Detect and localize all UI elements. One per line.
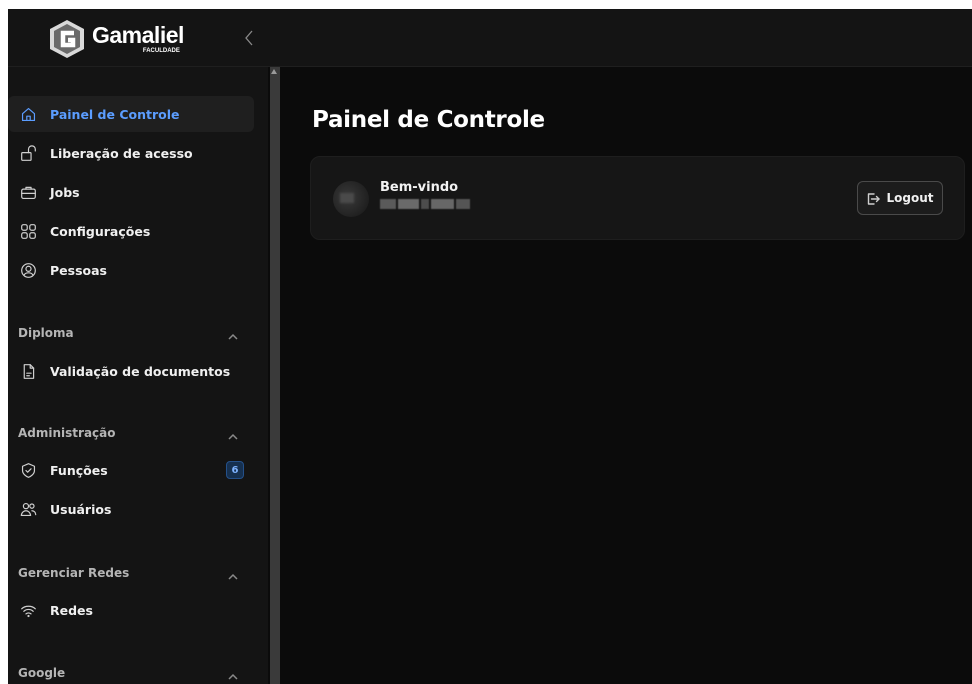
sidebar-item-redes[interactable]: Redes: [8, 592, 254, 628]
brand-text: Gamaliel FACULDADE: [92, 22, 184, 55]
avatar: [333, 181, 369, 217]
gamaliel-logo-icon: [50, 20, 84, 58]
sidebar-item-painel-de-controle[interactable]: Painel de Controle: [8, 96, 254, 132]
section-title: Diploma: [18, 326, 74, 340]
chevron-up-icon: [228, 327, 240, 340]
welcome-card: Bem-vindo Logout: [310, 156, 965, 240]
users-icon: [18, 499, 38, 519]
sidebar-item-label: Configurações: [50, 223, 151, 239]
logout-label: Logout: [886, 191, 934, 205]
logout-button[interactable]: Logout: [857, 181, 943, 215]
unlock-icon: [18, 143, 38, 163]
sidebar-item-configuracoes[interactable]: Configurações: [8, 213, 254, 249]
sidebar-item-jobs[interactable]: Jobs: [8, 174, 254, 210]
section-header-google[interactable]: Google: [8, 661, 254, 684]
logout-icon: [866, 191, 881, 205]
section-header-diploma[interactable]: Diploma: [8, 321, 254, 345]
avatar-image-blurred: [340, 193, 354, 203]
brand-name: Gamaliel: [92, 22, 184, 48]
sidebar-item-validacao-de-documentos[interactable]: Validação de documentos: [8, 353, 254, 389]
home-icon: [18, 104, 38, 124]
sidebar: Painel de Controle Liberação de acesso J…: [8, 67, 268, 684]
briefcase-icon: [18, 182, 38, 202]
user-circle-icon: [18, 260, 38, 280]
app-window: Gamaliel FACULDADE Painel de Controle Li…: [8, 9, 972, 684]
chevron-left-icon: [245, 30, 253, 46]
sidebar-item-label: Usuários: [50, 501, 112, 517]
sidebar-item-label: Painel de Controle: [50, 106, 180, 122]
section-title: Gerenciar Redes: [18, 566, 130, 580]
section-title: Google: [18, 666, 66, 680]
main-content: Painel de Controle Bem-vindo Logout: [280, 67, 972, 684]
count-badge: 6: [226, 461, 244, 479]
sidebar-item-pessoas[interactable]: Pessoas: [8, 252, 254, 288]
brand-logo[interactable]: Gamaliel FACULDADE: [46, 17, 206, 61]
sidebar-item-label: Funções: [50, 462, 108, 478]
sidebar-item-label: Validação de documentos: [50, 363, 231, 379]
sidebar-item-label: Redes: [50, 602, 93, 618]
username-redacted: [380, 199, 470, 209]
wifi-icon: [18, 600, 38, 620]
sidebar-collapse-button[interactable]: [242, 28, 256, 48]
page-title: Painel de Controle: [312, 107, 545, 133]
top-bar: Gamaliel FACULDADE: [8, 9, 972, 67]
document-icon: [18, 361, 38, 381]
sidebar-item-label: Jobs: [50, 184, 80, 200]
chevron-up-icon: [228, 667, 240, 680]
scroll-up-arrow-icon[interactable]: [271, 69, 277, 74]
welcome-text: Bem-vindo: [380, 180, 459, 195]
chevron-up-icon: [228, 427, 240, 440]
chevron-up-icon: [228, 567, 240, 580]
sidebar-item-funcoes[interactable]: Funções 6: [8, 452, 254, 488]
brand-subtitle: FACULDADE: [142, 48, 180, 54]
section-header-administracao[interactable]: Administração: [8, 421, 254, 445]
sidebar-scrollbar[interactable]: [270, 67, 280, 684]
section-title: Administração: [18, 426, 116, 440]
shield-check-icon: [18, 460, 38, 480]
grid-icon: [18, 221, 38, 241]
sidebar-item-label: Pessoas: [50, 262, 107, 278]
sidebar-item-label: Liberação de acesso: [50, 145, 193, 161]
sidebar-item-liberacao-de-acesso[interactable]: Liberação de acesso: [8, 135, 254, 171]
sidebar-item-usuarios[interactable]: Usuários: [8, 491, 254, 527]
section-header-gerenciar-redes[interactable]: Gerenciar Redes: [8, 561, 254, 585]
